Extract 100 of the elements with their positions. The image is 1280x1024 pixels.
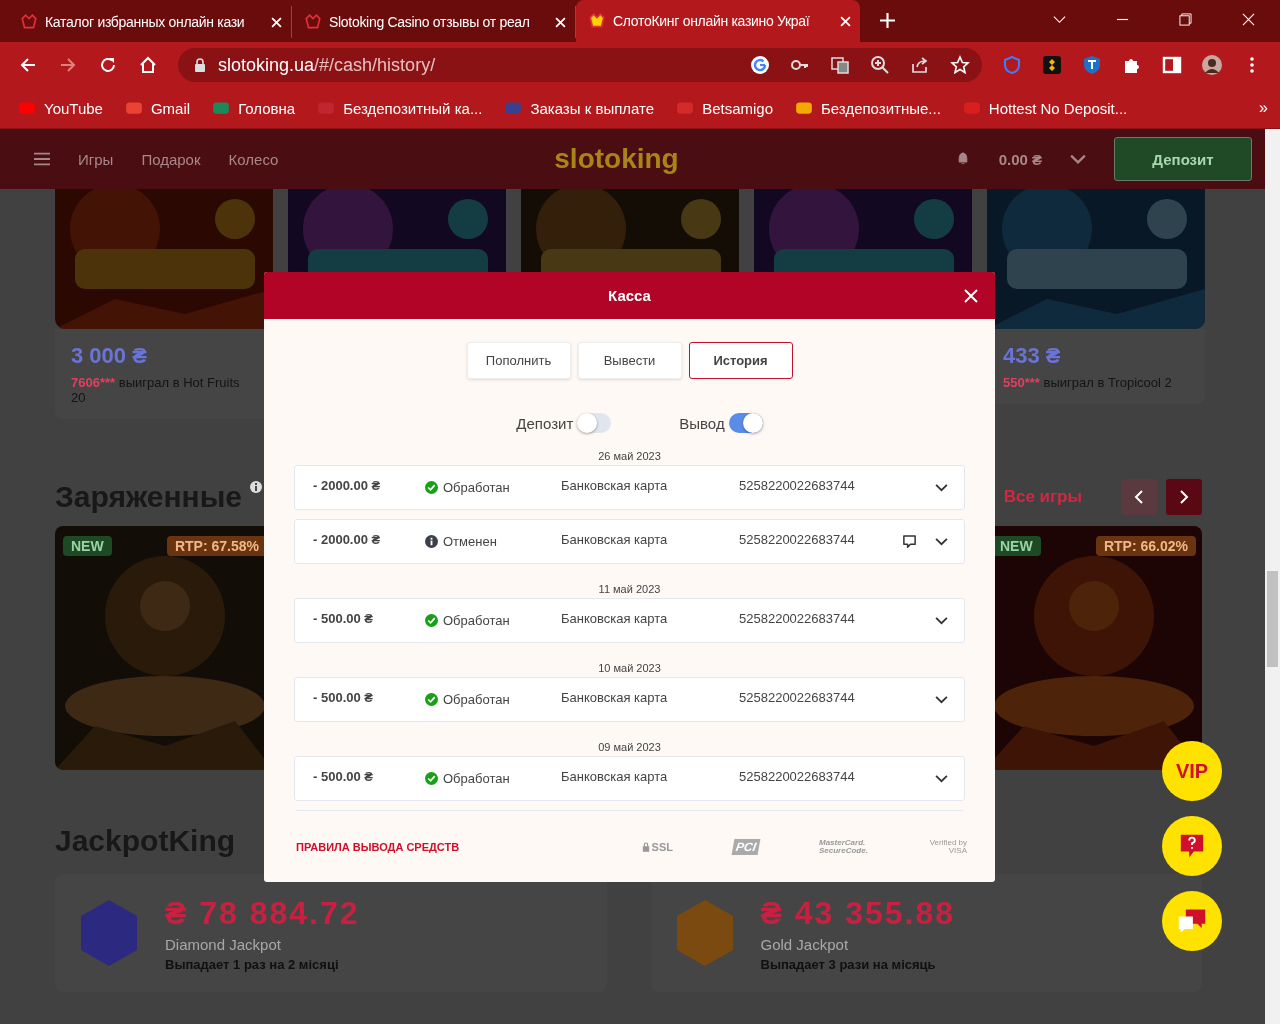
toggle-switch[interactable] — [577, 413, 612, 433]
avatar-icon[interactable] — [1202, 55, 1222, 75]
favicon-icon — [588, 12, 606, 30]
chevron-down-icon[interactable] — [935, 774, 948, 783]
chevron-down-icon[interactable] — [935, 695, 948, 704]
new-badge: NEW — [992, 536, 1041, 556]
payment-method: Банковская карта — [561, 769, 669, 784]
pci-logo: PCI — [731, 838, 761, 855]
bookmark[interactable]: Gmail — [124, 99, 191, 117]
close-icon[interactable] — [1242, 13, 1255, 26]
amount: - 2000.00 ₴ — [313, 478, 382, 493]
shield-icon[interactable] — [1082, 55, 1102, 75]
chevron-down-icon[interactable] — [935, 537, 948, 546]
transaction-row[interactable]: - 500.00 ₴ Обработан Банковская карта 5258220022683744 — [294, 677, 965, 722]
bookmark[interactable]: Hottest No Deposit... — [962, 99, 1128, 117]
cash-tab[interactable]: Пополнить — [466, 342, 571, 379]
cash-tab[interactable]: Вывести — [577, 342, 682, 379]
nav-link[interactable]: Подарок — [141, 150, 201, 168]
home-icon[interactable] — [138, 55, 158, 75]
cash-tab[interactable]: История — [688, 342, 793, 379]
win-amount: 433 ₴ — [1003, 343, 1062, 369]
info-icon — [425, 535, 438, 548]
toggle-switch[interactable] — [728, 413, 763, 433]
status: Отменен — [443, 534, 497, 549]
deposit-button[interactable]: Депозит — [1114, 137, 1252, 181]
help-button[interactable] — [1162, 816, 1222, 876]
mastercard-securecode-logo: MasterCard. SecureCode. — [819, 838, 867, 855]
check-icon — [425, 693, 438, 706]
address-bar[interactable]: slotoking.ua/#/cash/history/ — [178, 48, 982, 82]
rtp-badge: RTP: 66.02% — [1095, 536, 1196, 556]
bookmark[interactable]: Заказы к выплате — [504, 99, 655, 117]
google-icon[interactable] — [750, 55, 770, 75]
amount: - 500.00 ₴ — [313, 690, 374, 705]
previous-button[interactable] — [1121, 479, 1157, 515]
info-icon[interactable] — [250, 481, 263, 493]
more-bookmarks[interactable]: » — [1259, 99, 1268, 117]
filter-label: Депозит — [516, 414, 574, 432]
close-icon[interactable] — [271, 16, 282, 28]
translate-icon[interactable] — [830, 55, 850, 75]
nav-link[interactable]: Игры — [78, 150, 114, 168]
bookmark[interactable]: YouTube — [18, 99, 103, 117]
balance[interactable]: 0.00 ₴ — [998, 150, 1042, 168]
jackpot-amount: ₴ 43 355.88 — [760, 894, 956, 932]
favicon-icon — [20, 13, 38, 31]
date-label: 09 май 2023 — [597, 740, 662, 755]
restore-icon[interactable] — [1179, 13, 1192, 26]
plus-icon[interactable] — [880, 13, 895, 28]
bookmark[interactable]: Бездепозитные... — [795, 99, 941, 117]
card-number: 5258220022683744 — [739, 532, 856, 547]
card-number: 5258220022683744 — [739, 690, 856, 705]
bookmark[interactable]: Бездепозитный ка... — [317, 99, 483, 117]
status: Обработан — [443, 613, 510, 628]
extension-icon[interactable] — [1042, 55, 1062, 75]
chevron-down-icon[interactable] — [935, 483, 948, 492]
close-icon[interactable] — [964, 289, 978, 303]
dialog-title: Касса — [608, 287, 651, 304]
status: Обработан — [443, 480, 510, 495]
status: Обработан — [443, 771, 510, 786]
next-button[interactable] — [1166, 479, 1202, 515]
transaction-row[interactable]: - 2000.00 ₴ Отменен Банковская карта 5258220022683744 — [294, 519, 965, 564]
close-icon[interactable] — [555, 16, 566, 28]
menu-icon[interactable] — [34, 152, 50, 166]
browser-tab[interactable]: СлотоКинг онлайн казино Украї — [576, 0, 860, 42]
card-number: 5258220022683744 — [739, 769, 856, 784]
status: Обработан — [443, 692, 510, 707]
favicon-icon — [304, 13, 322, 31]
browser-tab[interactable]: Каталог избранных онлайн кази — [8, 6, 292, 38]
amount: - 2000.00 ₴ — [313, 532, 382, 547]
zoom-icon[interactable] — [870, 55, 890, 75]
filter-label: Вывод — [679, 414, 725, 432]
close-icon[interactable] — [840, 15, 851, 27]
chevron-down-icon[interactable] — [1053, 13, 1066, 26]
share-icon[interactable] — [910, 55, 930, 75]
star-icon[interactable] — [950, 55, 970, 75]
chevron-down-icon[interactable] — [935, 616, 948, 625]
vip-button[interactable]: VIP — [1162, 741, 1222, 801]
payment-method: Банковская карта — [561, 690, 669, 705]
win-amount: 3 000 ₴ — [71, 343, 148, 369]
nav-link[interactable]: Колесо — [228, 150, 279, 168]
comment-icon[interactable] — [902, 534, 917, 549]
check-icon — [425, 614, 438, 627]
check-icon — [425, 772, 438, 785]
bookmark[interactable]: Betsamigo — [676, 99, 773, 117]
transaction-row[interactable]: - 500.00 ₴ Обработан Банковская карта 5258220022683744 — [294, 598, 965, 643]
card-number: 5258220022683744 — [739, 478, 856, 493]
rtp-badge: RTP: 67.58% — [166, 536, 267, 556]
scrollbar[interactable] — [1265, 129, 1280, 1024]
sidebar-icon[interactable] — [1162, 55, 1182, 75]
ssl-badge: SSL — [641, 840, 673, 853]
site-logo[interactable]: slotoking — [554, 143, 679, 175]
jackpot-name: Diamond Jackpot — [165, 935, 282, 953]
transaction-row[interactable]: - 2000.00 ₴ Обработан Банковская карта 5258220022683744 — [294, 465, 965, 510]
bookmark[interactable]: Головна — [212, 99, 296, 117]
verified-by-visa-logo: Verified by VISA — [928, 838, 967, 855]
amount: - 500.00 ₴ — [313, 611, 374, 626]
chevron-right-icon — [1179, 490, 1189, 504]
payment-method: Банковская карта — [561, 478, 669, 493]
rules-link[interactable]: ПРАВИЛА ВЫВОДА СРЕДСТВ — [296, 840, 460, 853]
reload-icon[interactable] — [98, 55, 118, 75]
transaction-row[interactable]: - 500.00 ₴ Обработан Банковская карта 5258220022683744 — [294, 756, 965, 801]
